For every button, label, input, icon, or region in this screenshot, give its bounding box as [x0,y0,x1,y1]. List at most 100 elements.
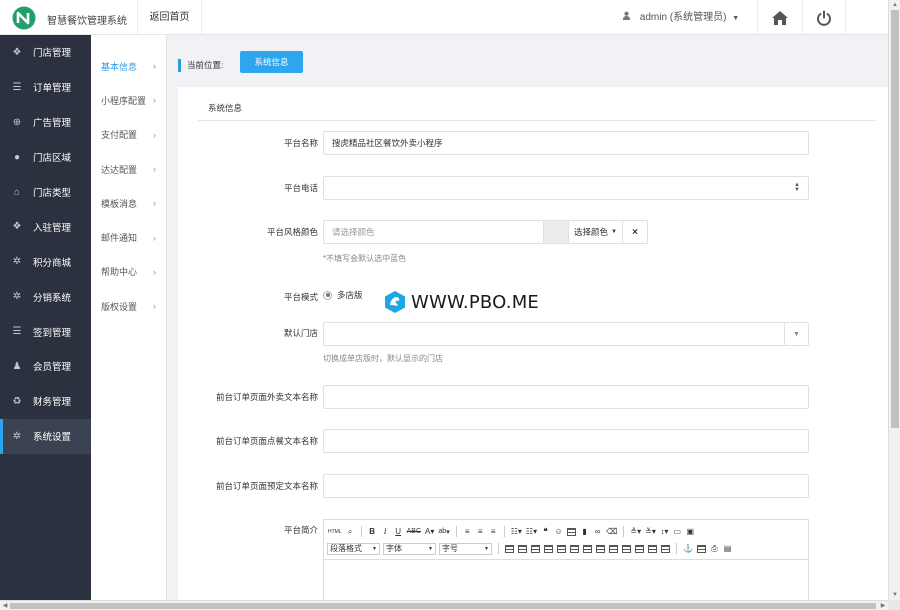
scroll-up-icon[interactable]: ▲ [889,0,900,10]
subnav-item-payment[interactable]: 支付配置 › [91,118,166,152]
sidebar-item-regions[interactable]: ● 门店区域 [0,140,91,175]
platform-phone-input[interactable]: ▲ ▼ [323,176,809,200]
subnav-item-template-msg[interactable]: 模板消息 › [91,186,166,220]
sidebar-item-stores[interactable]: ❖ 门店管理 [0,35,91,70]
chevron-right-icon: › [153,129,156,140]
scroll-right-icon[interactable]: ▶ [878,601,888,610]
align-center-icon[interactable]: ≡ [475,526,486,538]
paragraph-spacing-icon[interactable]: ↕▾ [659,526,670,538]
table-style-icon[interactable] [660,543,671,555]
background-color-button[interactable]: ab ▾ [437,526,450,538]
default-store-select[interactable]: ▼ [323,322,809,346]
preview-icon[interactable]: ▭ [672,526,683,538]
platform-name-input[interactable]: 搜虎精品社区餐饮外卖小程序 [323,131,809,155]
editor-toolbar: HTML ⌕ B I U ABC A▾ ab▾ ≡ ≡ ≡ ☷▾ ☷▾ ❝ [324,520,808,560]
line-height-icon[interactable]: ≚▾ [644,526,657,538]
fullscreen-icon[interactable]: ▣ [685,526,696,538]
bulleted-list-icon[interactable]: ☷▾ [510,526,523,538]
user-name: admin (系统管理员) [639,12,727,23]
subnav-item-copyright[interactable]: 版权设置 › [91,289,166,323]
cubes-icon: ❖ [12,46,22,58]
table-border-icon[interactable] [647,543,658,555]
rich-text-editor[interactable]: HTML ⌕ B I U ABC A▾ ab▾ ≡ ≡ ≡ ☷▾ ☷▾ ❝ [323,519,809,609]
vertical-scrollbar[interactable]: ▲ ▼ [888,0,900,600]
font-size-up-icon[interactable]: ≜▾ [629,526,642,538]
home-link[interactable]: 返回首页 [137,0,202,35]
table-props-icon[interactable] [621,543,632,555]
main-content: 当前位置: 系统信息 系统信息 平台名称 搜虎精品社区餐饮外卖小程序 平台电话 … [168,35,890,609]
delete-col-icon[interactable] [595,543,606,555]
html-source-button[interactable]: HTML [327,526,343,538]
scroll-down-icon[interactable]: ▼ [889,590,900,600]
merge-cells-icon[interactable] [556,543,567,555]
takeout-text-input[interactable] [323,385,809,409]
sidebar-item-points-mall[interactable]: ✲ 积分商城 [0,244,91,279]
reserve-text-input[interactable] [323,474,809,498]
color-swatch[interactable] [543,220,568,244]
anchor-icon[interactable]: ⚓ [682,543,694,555]
radio-button[interactable] [323,290,332,300]
settings-panel: 系统信息 平台名称 搜虎精品社区餐饮外卖小程序 平台电话 ▲ ▼ 平台风格颜色 请… [178,87,890,609]
toolbar-divider [676,543,677,554]
delete-row-icon[interactable] [582,543,593,555]
eraser-icon[interactable]: ⌫ [605,526,618,538]
sidebar-item-finance[interactable]: ♻ 财务管理 [0,384,91,419]
emoji-icon[interactable]: ☺ [553,526,564,538]
delete-table-icon[interactable] [634,543,645,555]
template-icon[interactable] [696,543,707,555]
subnav-item-miniprogram[interactable]: 小程序配置 › [91,83,166,117]
subnav-item-basic-info[interactable]: 基本信息 › [91,49,166,83]
split-cells-icon[interactable] [569,543,580,555]
sidebar-item-checkin[interactable]: ☰ 签到管理 [0,314,91,349]
file-icon[interactable]: ▮ [579,526,590,538]
clear-color-button[interactable]: × [623,220,648,244]
number-spinner-icon[interactable]: ▲ ▼ [794,182,800,193]
dinein-text-input[interactable] [323,429,809,453]
strikethrough-button[interactable]: ABC [406,526,422,538]
breadcrumb-current-button[interactable]: 系统信息 [240,51,303,73]
link-icon[interactable]: ∞ [592,526,603,538]
sidebar-item-onboarding[interactable]: ❖ 入驻管理 [0,209,91,244]
print-icon[interactable]: ⎙ [709,543,720,555]
chevron-right-icon: › [153,266,156,277]
cell-align-icon[interactable] [608,543,619,555]
table-insert-icon[interactable] [517,543,528,555]
font-color-button[interactable]: A ▾ [424,526,435,538]
logout-button[interactable] [802,0,846,35]
align-right-icon[interactable]: ≡ [488,526,499,538]
insert-row-icon[interactable] [530,543,541,555]
insert-col-icon[interactable] [543,543,554,555]
globe-icon: ⊕ [12,116,22,128]
bold-button[interactable]: B [367,526,378,538]
paste-icon[interactable]: ▤ [722,543,733,555]
underline-button[interactable]: U [393,526,404,538]
scrollbar-thumb[interactable] [10,603,876,609]
platform-mode-radio[interactable]: 多店版 [323,289,363,301]
sidebar-item-store-types[interactable]: ⌂ 门店类型 [0,175,91,210]
choose-color-button[interactable]: 选择颜色 ▼ [568,220,623,244]
scrollbar-thumb[interactable] [891,10,899,428]
align-left-icon[interactable]: ≡ [462,526,473,538]
table-icon[interactable] [504,543,515,555]
subnav-item-dada[interactable]: 达达配置 › [91,152,166,186]
scroll-left-icon[interactable]: ◀ [0,601,10,610]
sidebar-item-orders[interactable]: ☰ 订单管理 [0,70,91,105]
sidebar-item-ads[interactable]: ⊕ 广告管理 [0,105,91,140]
color-input[interactable]: 请选择颜色 [323,220,543,244]
sidebar-item-distribution[interactable]: ✲ 分销系统 [0,279,91,314]
image-icon[interactable] [566,526,577,538]
paragraph-format-select[interactable]: 段落格式 ▼ [327,542,380,555]
subnav-item-email[interactable]: 邮件通知 › [91,220,166,254]
sidebar-item-members[interactable]: ♟ 会员管理 [0,349,91,384]
home-button[interactable] [757,0,801,35]
search-icon[interactable]: ⌕ [345,526,356,538]
font-size-select[interactable]: 字号 ▼ [439,542,492,555]
numbered-list-icon[interactable]: ☷▾ [525,526,538,538]
user-menu[interactable]: admin (系统管理员) ▼ [622,0,739,35]
blockquote-icon[interactable]: ❝ [540,526,551,538]
font-family-select[interactable]: 字体 ▼ [383,542,436,555]
horizontal-scrollbar[interactable]: ◀ ▶ [0,600,888,610]
subnav-item-help[interactable]: 帮助中心 › [91,255,166,289]
sidebar-item-settings[interactable]: ✲ 系统设置 [0,418,91,454]
italic-button[interactable]: I [380,526,391,538]
